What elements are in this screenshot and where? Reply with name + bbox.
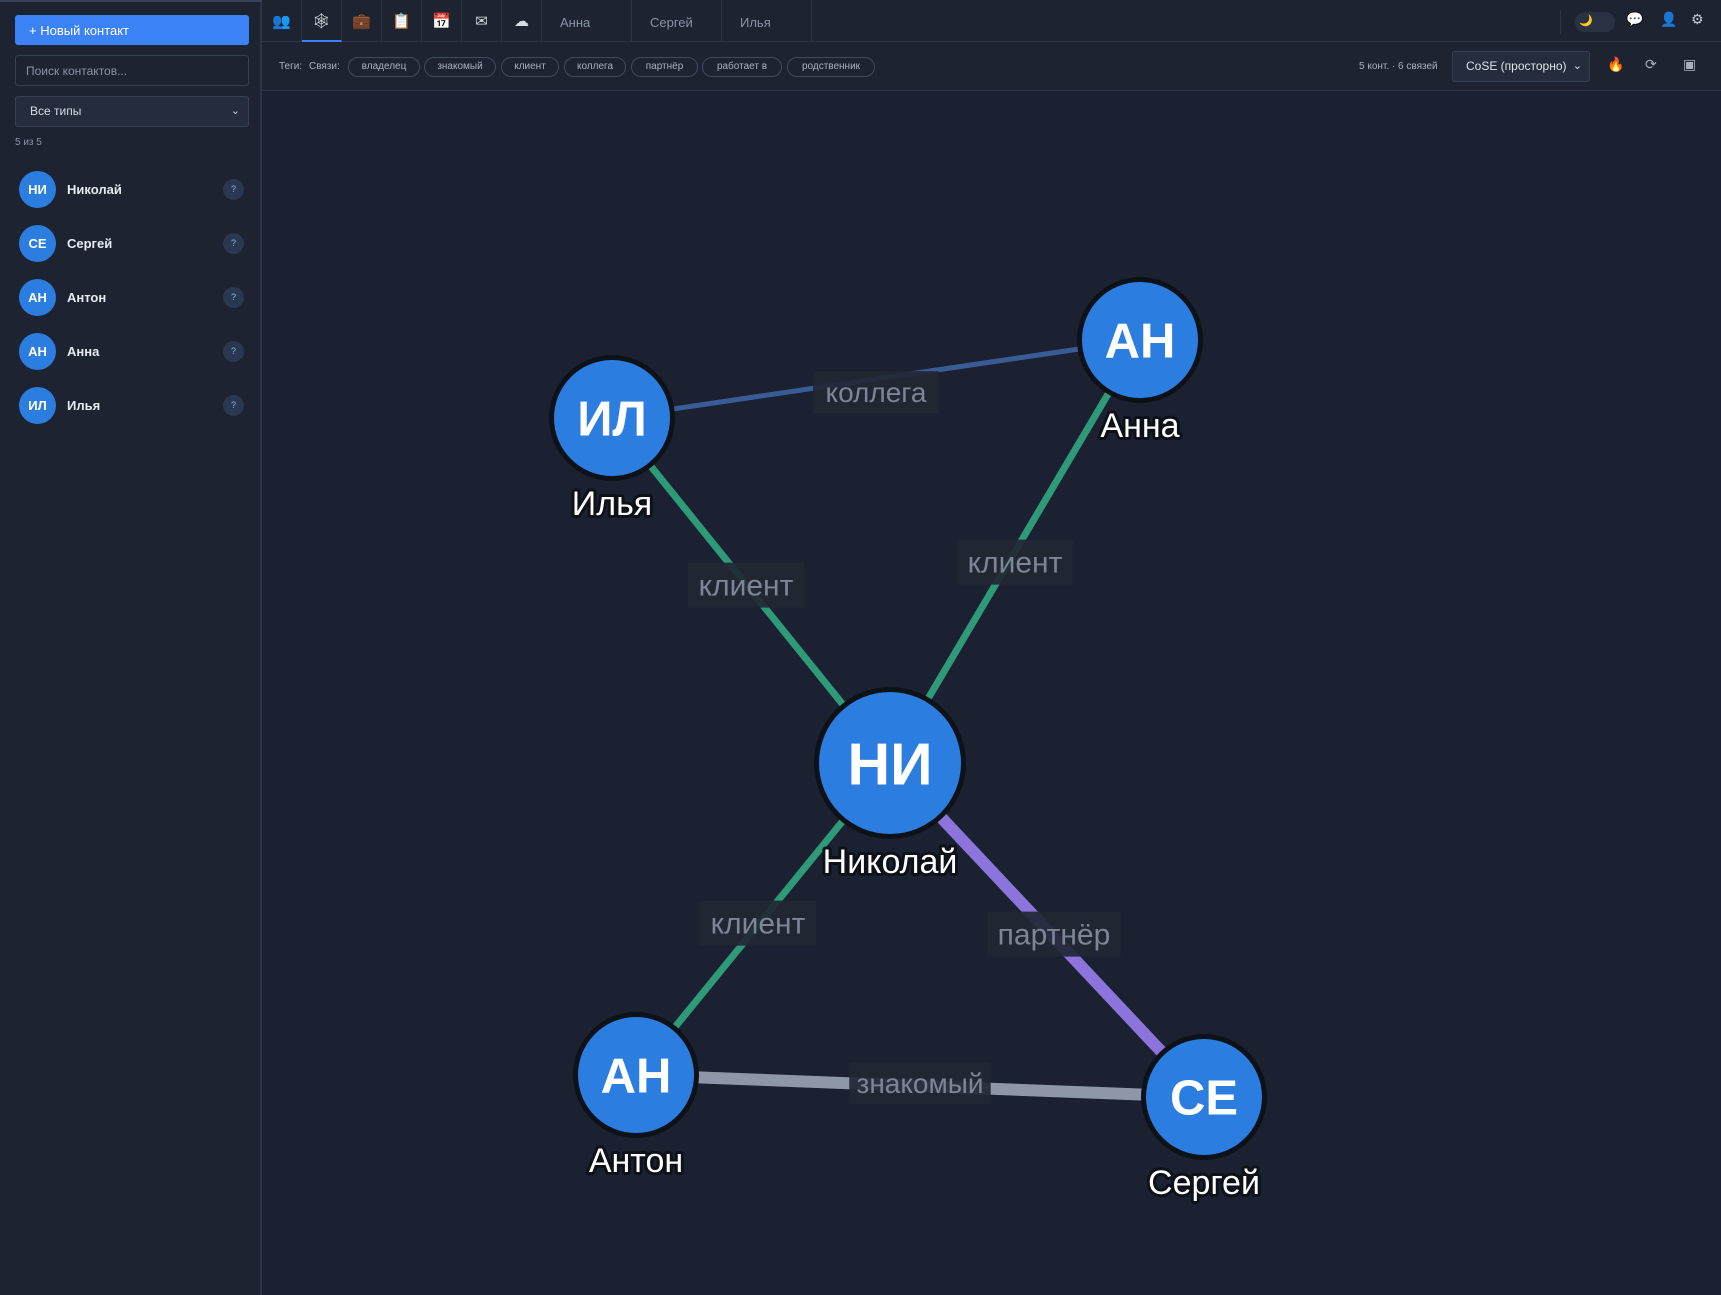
- tags-label: Теги:: [279, 61, 303, 72]
- avatar: АН: [19, 279, 56, 316]
- chip-acquaintance[interactable]: знакомый: [424, 57, 496, 77]
- fit-view-icon[interactable]: ▣: [1683, 56, 1696, 73]
- fire-icon[interactable]: 🔥: [1607, 56, 1624, 73]
- contacts-icon[interactable]: 👥: [262, 0, 302, 42]
- new-contact-button[interactable]: + Новый контакт: [15, 15, 249, 45]
- avatar: АН: [19, 333, 56, 370]
- help-badge-icon[interactable]: ?: [223, 179, 244, 200]
- relationship-graph: коллега клиент клиент клиент партнёр знакомый…: [549, 277, 1267, 1205]
- toolbar-divider: [1560, 10, 1561, 34]
- list-item[interactable]: АН Антон ?: [0, 270, 260, 324]
- graph-node[interactable]: НИ Николай: [814, 687, 966, 884]
- tab-anna[interactable]: Анна: [542, 0, 632, 42]
- node-label: Сергей: [1148, 1164, 1260, 1202]
- node-initials: АН: [1105, 315, 1176, 369]
- user-icon[interactable]: 👤: [1660, 11, 1677, 28]
- contact-name: Сергей: [67, 236, 113, 251]
- cloud-icon[interactable]: ☁: [502, 0, 542, 42]
- chevron-down-icon: ⌄: [230, 105, 240, 117]
- node-initials: НИ: [847, 731, 932, 797]
- chip-works-at[interactable]: работает в: [702, 57, 782, 77]
- type-filter-value: Все типы: [30, 104, 82, 118]
- avatar: СЕ: [19, 225, 56, 262]
- contact-list: НИ Николай ? СЕ Сергей ? АН Антон ? АН А…: [0, 162, 260, 432]
- graph-node[interactable]: ИЛ Илья: [549, 355, 675, 526]
- contact-name: Анна: [67, 344, 100, 359]
- top-toolbar: 👥 🕸 💼 📋 📅 ✉ ☁ Анна Сергей Илья 🌙 💬 👤 ⚙: [262, 0, 1721, 42]
- node-initials: АН: [601, 1050, 672, 1104]
- help-badge-icon[interactable]: ?: [223, 233, 244, 254]
- avatar: НИ: [19, 171, 56, 208]
- list-item[interactable]: АН Анна ?: [0, 324, 260, 378]
- list-item[interactable]: СЕ Сергей ?: [0, 216, 260, 270]
- chip-relative[interactable]: родственник: [787, 57, 875, 77]
- node-label: Илья: [572, 485, 652, 523]
- help-badge-icon[interactable]: ?: [223, 287, 244, 308]
- chip-partner[interactable]: партнёр: [631, 57, 698, 77]
- layout-value: CoSE (просторно): [1466, 59, 1567, 73]
- graph-canvas[interactable]: коллега клиент клиент клиент партнёр знакомый…: [264, 92, 1721, 1295]
- layout-select[interactable]: CoSE (просторно) ⌄: [1452, 51, 1590, 82]
- edge-label: клиент: [699, 570, 794, 603]
- tab-sergey[interactable]: Сергей: [632, 0, 722, 42]
- graph-stats: 5 конт. · 6 связей: [1359, 61, 1438, 72]
- clipboard-icon[interactable]: 📋: [382, 0, 422, 42]
- edge-label: клиент: [968, 547, 1063, 580]
- chip-client[interactable]: клиент: [501, 57, 559, 77]
- type-filter-select[interactable]: Все типы ⌄: [15, 96, 249, 127]
- mail-icon[interactable]: ✉: [462, 0, 502, 42]
- edge-label: партнёр: [998, 919, 1111, 952]
- list-item[interactable]: ИЛ Илья ?: [0, 378, 260, 432]
- chevron-down-icon: ⌄: [1572, 60, 1582, 72]
- avatar: ИЛ: [19, 387, 56, 424]
- links-label: Связи:: [309, 61, 340, 72]
- chat-icon[interactable]: 💬: [1626, 11, 1643, 28]
- node-label: Антон: [589, 1142, 683, 1180]
- graph-node[interactable]: СЕ Сергей: [1141, 1034, 1267, 1205]
- theme-toggle[interactable]: 🌙: [1575, 12, 1615, 32]
- contact-name: Илья: [67, 398, 101, 413]
- graph-node[interactable]: АН Антон: [573, 1012, 699, 1183]
- briefcase-icon[interactable]: 💼: [342, 0, 382, 42]
- contact-name: Антон: [67, 290, 107, 305]
- chip-colleague[interactable]: коллега: [564, 57, 626, 77]
- network-icon[interactable]: 🕸: [302, 0, 342, 42]
- chip-owner[interactable]: владелец: [348, 57, 420, 77]
- refresh-icon[interactable]: ⟳: [1645, 56, 1657, 73]
- tab-ilya[interactable]: Илья: [722, 0, 812, 42]
- help-badge-icon[interactable]: ?: [223, 395, 244, 416]
- help-badge-icon[interactable]: ?: [223, 341, 244, 362]
- contact-search-input[interactable]: [15, 55, 249, 86]
- calendar-icon[interactable]: 📅: [422, 0, 462, 42]
- contact-name: Николай: [67, 182, 122, 197]
- gear-icon[interactable]: ⚙: [1691, 11, 1704, 28]
- node-initials: ИЛ: [577, 393, 647, 447]
- edge-label: коллега: [826, 377, 927, 408]
- moon-icon: 🌙: [1579, 15, 1593, 27]
- node-initials: СЕ: [1170, 1072, 1238, 1126]
- filter-bar: Теги: Связи: владелец знакомый клиент ко…: [262, 42, 1721, 91]
- list-item[interactable]: НИ Николай ?: [0, 162, 260, 216]
- sidebar: + Новый контакт Все типы ⌄ 5 из 5 НИ Ник…: [0, 0, 262, 1295]
- node-label: Николай: [823, 843, 958, 881]
- edge-label: клиент: [711, 908, 806, 941]
- contact-count: 5 из 5: [15, 137, 42, 148]
- edge-label: знакомый: [856, 1068, 983, 1099]
- node-label: Анна: [1100, 407, 1179, 445]
